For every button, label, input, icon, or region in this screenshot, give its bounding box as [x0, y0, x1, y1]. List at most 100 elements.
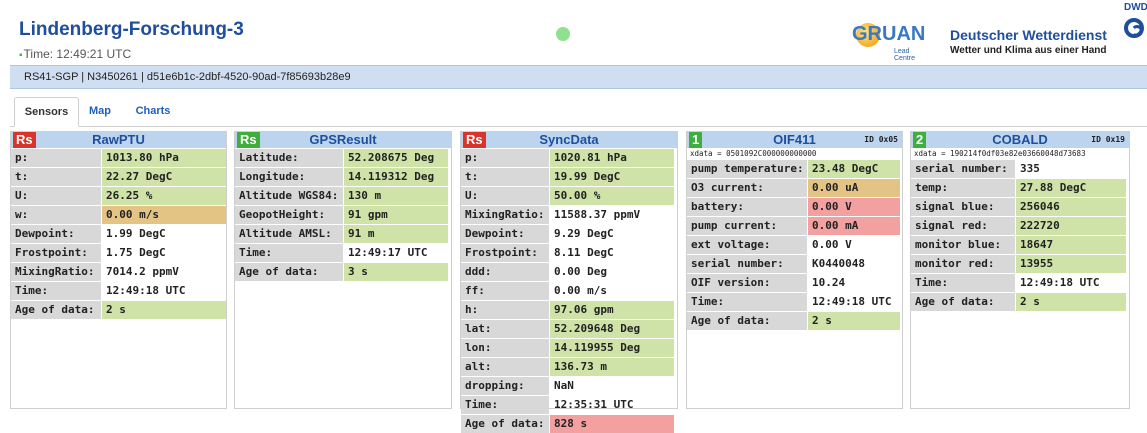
sensor-value: 1.99 DegC	[106, 227, 166, 240]
sensor-row: Age of data: 828 s	[461, 415, 677, 433]
sensor-label: Age of data:	[461, 415, 549, 433]
sensor-label: Dewpoint:	[461, 225, 549, 243]
tab-map[interactable]: Map	[84, 97, 116, 125]
sensor-value: 0.00 m/s	[102, 206, 226, 224]
sensor-label: Time:	[11, 282, 101, 300]
sonde-id-text: RS41-SGP | N3450261 | d51e6b1c-2dbf-4520…	[24, 71, 351, 83]
sensor-label: p:	[461, 149, 549, 167]
rawptu-rows: p: 1013.80 hPa t: 22.27 DegC U: 26.25 % w: 0.00…	[11, 148, 226, 319]
connection-status-indicator	[556, 27, 570, 41]
gruan-logo-text: GRUAN	[852, 23, 926, 45]
sensor-value: 9.29 DegC	[554, 227, 614, 240]
current-time: ▪Time: 12:49:21 UTC	[19, 47, 131, 61]
sensor-row: OIF version: 10.24	[687, 274, 902, 292]
sensor-value: 3 s	[344, 263, 448, 281]
sensor-value: 0.00 uA	[808, 179, 900, 197]
syncdata-header: Rs SyncData	[461, 132, 677, 148]
sensor-row: O3 current: 0.00 uA	[687, 179, 902, 197]
dwd-logo: DWD	[1123, 2, 1147, 58]
sensor-label: Latitude:	[235, 149, 343, 167]
sensor-value: 23.48 DegC	[808, 160, 900, 178]
sensor-label: Time:	[461, 396, 549, 414]
sensor-value: 8.11 DegC	[554, 246, 614, 259]
oif411-header: 1 OIF411 ID 0x05	[687, 132, 902, 148]
sensor-value: 14.119312 Deg	[344, 168, 448, 186]
sensor-value: 0.00 m/s	[554, 284, 607, 297]
sensor-value: 52.208675 Deg	[344, 149, 448, 167]
panel-cobald: 2 COBALD ID 0x19 xdata = 190214f0df03e82e03…	[910, 131, 1130, 409]
sensor-value: 1.75 DegC	[106, 246, 166, 259]
tab-charts[interactable]: Charts	[132, 97, 174, 125]
sensor-label: pump current:	[687, 217, 807, 235]
sensor-value: 828 s	[550, 415, 674, 433]
sensor-label: temp:	[911, 179, 1015, 197]
sensor-label: U:	[461, 187, 549, 205]
cobald-device-id: ID 0x19	[1091, 135, 1125, 144]
sensor-value: 7014.2 ppmV	[106, 265, 179, 278]
sensor-value: 19.99 DegC	[550, 168, 674, 186]
sensor-label: Time:	[911, 274, 1015, 292]
sensor-label: dropping:	[461, 377, 549, 395]
tab-sensors[interactable]: Sensors	[14, 97, 79, 127]
sensor-row: serial number: K0440048	[687, 255, 902, 273]
sensor-label: ff:	[461, 282, 549, 300]
sensor-row: Longitude: 14.119312 Deg	[235, 168, 451, 186]
dwd-swirl-icon	[1124, 18, 1144, 38]
sensor-label: serial number:	[687, 255, 807, 273]
sensor-value: 136.73 m	[550, 358, 674, 376]
sensor-row: MixingRatio: 11588.37 ppmV	[461, 206, 677, 224]
sensor-row: t: 19.99 DegC	[461, 168, 677, 186]
dwd-logo-text: DWD	[1124, 2, 1147, 13]
oif411-rows: pump temperature: 23.48 DegC O3 current: 0.…	[687, 159, 902, 330]
sensor-label: Time:	[687, 293, 807, 311]
sensor-row: Age of data: 2 s	[911, 293, 1129, 311]
sensor-value: K0440048	[812, 257, 865, 270]
tab-bar-divider	[10, 126, 1147, 127]
sensor-label: ddd:	[461, 263, 549, 281]
sensor-value: 14.119955 Deg	[550, 339, 674, 357]
sensor-row: Dewpoint: 9.29 DegC	[461, 225, 677, 243]
sensor-row: MixingRatio: 7014.2 ppmV	[11, 263, 226, 281]
oif411-xdata: xdata = 0501092C000000000000	[690, 149, 817, 158]
sensor-row: Frostpoint: 1.75 DegC	[11, 244, 226, 262]
sensor-label: serial number:	[911, 160, 1015, 178]
gpsresult-badge: Rs	[237, 132, 260, 148]
sensor-value: NaN	[554, 379, 574, 392]
sensor-value: 18647	[1016, 236, 1126, 254]
dwd-slogan: Wetter und Klima aus einer Hand	[950, 45, 1107, 56]
sensor-row: Time: 12:35:31 UTC	[461, 396, 677, 414]
sensor-row: Frostpoint: 8.11 DegC	[461, 244, 677, 262]
sensor-label: MixingRatio:	[11, 263, 101, 281]
sensor-label: Altitude AMSL:	[235, 225, 343, 243]
rawptu-badge: Rs	[13, 132, 36, 148]
sensor-label: h:	[461, 301, 549, 319]
sensor-row: signal blue: 256046	[911, 198, 1129, 216]
sensor-label: monitor red:	[911, 255, 1015, 273]
dwd-name: Deutscher Wetterdienst	[950, 27, 1107, 43]
sensor-value: 13955	[1016, 255, 1126, 273]
rawptu-title: RawPTU	[92, 132, 145, 147]
sensor-value: 52.209648 Deg	[550, 320, 674, 338]
sensor-value: 97.06 gpm	[550, 301, 674, 319]
cobald-rows: serial number: 335 temp: 27.88 DegC signal b…	[911, 159, 1129, 311]
sensor-value: 256046	[1016, 198, 1126, 216]
oif411-title: OIF411	[773, 132, 816, 147]
sensor-row: serial number: 335	[911, 160, 1129, 178]
sensor-label: battery:	[687, 198, 807, 216]
sensor-value: 11588.37 ppmV	[554, 208, 641, 221]
sensor-value: 335	[1020, 162, 1040, 175]
sensor-label: t:	[11, 168, 101, 186]
sensor-label: U:	[11, 187, 101, 205]
sensor-value: 26.25 %	[102, 187, 226, 205]
sensor-value: 1020.81 hPa	[550, 149, 674, 167]
sensor-row: U: 50.00 %	[461, 187, 677, 205]
syncdata-badge: Rs	[463, 132, 486, 148]
sensor-label: alt:	[461, 358, 549, 376]
sensor-row: pump current: 0.00 mA	[687, 217, 902, 235]
sensor-label: monitor blue:	[911, 236, 1015, 254]
sensor-value: 22.27 DegC	[102, 168, 226, 186]
gpsresult-rows: Latitude: 52.208675 Deg Longitude: 14.11931…	[235, 148, 451, 281]
sensor-label: Frostpoint:	[461, 244, 549, 262]
sensor-value: 0.00 mA	[808, 217, 900, 235]
panel-oif411: 1 OIF411 ID 0x05 xdata = 0501092C0000000000…	[686, 131, 903, 409]
